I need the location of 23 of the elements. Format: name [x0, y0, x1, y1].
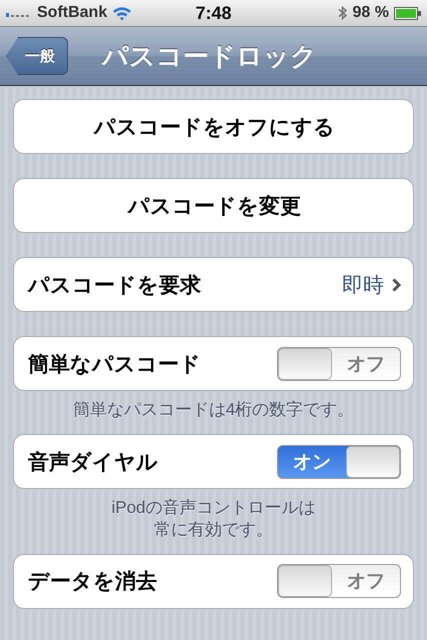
settings-row[interactable]: パスコードを要求 即時	[13, 257, 414, 312]
row-value: 即時	[342, 272, 384, 298]
toggle-switch[interactable]: オフ	[277, 564, 401, 598]
clock-time: 7:48	[195, 2, 232, 24]
action-button[interactable]: パスコードをオフにする	[13, 99, 414, 154]
toggle-switch[interactable]: オン	[277, 444, 401, 479]
action-button[interactable]: パスコードを変更	[13, 178, 414, 233]
back-button[interactable]: 一般	[6, 37, 68, 75]
footer-note: 常に有効です。	[154, 518, 273, 540]
bluetooth-icon	[338, 5, 348, 21]
carrier-name: SoftBank	[37, 4, 108, 22]
toggle-switch[interactable]: オフ	[277, 346, 401, 380]
wifi-icon	[112, 6, 132, 20]
row-label: 簡単なパスコード	[28, 352, 202, 378]
row-label: パスコードを要求	[28, 272, 202, 298]
footer-note: 簡単なパスコードは4桁の数字です。	[72, 399, 354, 420]
nav-title: パスコードロック	[102, 40, 317, 72]
battery-icon	[394, 6, 421, 20]
footer-note: iPodの音声コントロールは	[111, 497, 316, 518]
row-label: データを消去	[28, 569, 158, 596]
battery-percent: 98 %	[352, 4, 389, 22]
chevron-icon	[392, 278, 401, 292]
row-label: 音声ダイヤル	[28, 450, 159, 476]
